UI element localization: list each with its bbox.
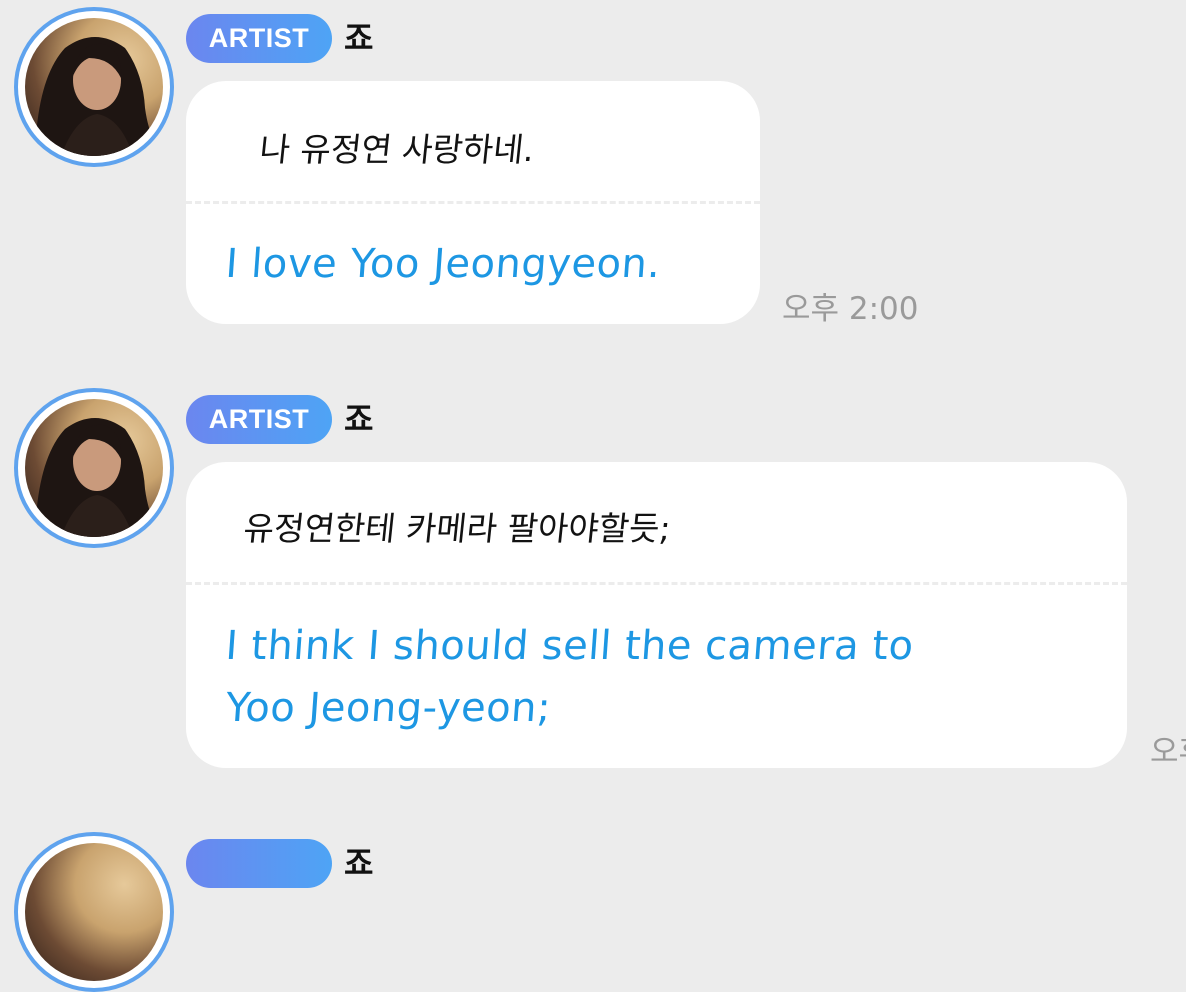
artist-badge: ARTIST	[186, 395, 332, 444]
avatar-photo	[25, 399, 163, 537]
avatar-photo	[25, 843, 163, 981]
avatar[interactable]	[14, 832, 174, 992]
chat-message: 죠	[0, 825, 1186, 992]
message-bubble[interactable]: 나 유정연 사랑하네. I love Yoo Jeongyeon.	[186, 81, 760, 324]
original-text: 유정연한테 카메라 팔아야할듯;	[241, 509, 673, 548]
message-bubble[interactable]: 유정연한테 카메라 팔아야할듯; I think I should sell t…	[186, 462, 1127, 768]
bubble-divider	[186, 201, 760, 204]
artist-badge	[186, 839, 332, 888]
bubble-divider	[186, 582, 1127, 585]
sender-name: 죠	[344, 844, 374, 882]
message-timestamp: 오후 2:00	[782, 291, 919, 327]
message-timestamp: 오후	[1150, 734, 1186, 770]
translated-text: I love Yoo Jeongyeon.	[224, 241, 663, 287]
translated-text-line: Yoo Jeong-yeon;	[224, 685, 553, 731]
translated-text-line: I think I should sell the camera to	[224, 623, 916, 669]
sender-name: 죠	[344, 19, 374, 57]
avatar-photo	[25, 18, 163, 156]
chat-message: ARTIST 죠 나 유정연 사랑하네. I love Yoo Jeongyeo…	[0, 0, 1186, 330]
chat-message: ARTIST 죠 유정연한테 카메라 팔아야할듯; I think I shou…	[0, 381, 1186, 801]
avatar[interactable]	[14, 388, 174, 548]
artist-badge: ARTIST	[186, 14, 332, 63]
original-text: 나 유정연 사랑하네.	[257, 130, 537, 169]
avatar[interactable]	[14, 7, 174, 167]
sender-name: 죠	[344, 400, 374, 438]
